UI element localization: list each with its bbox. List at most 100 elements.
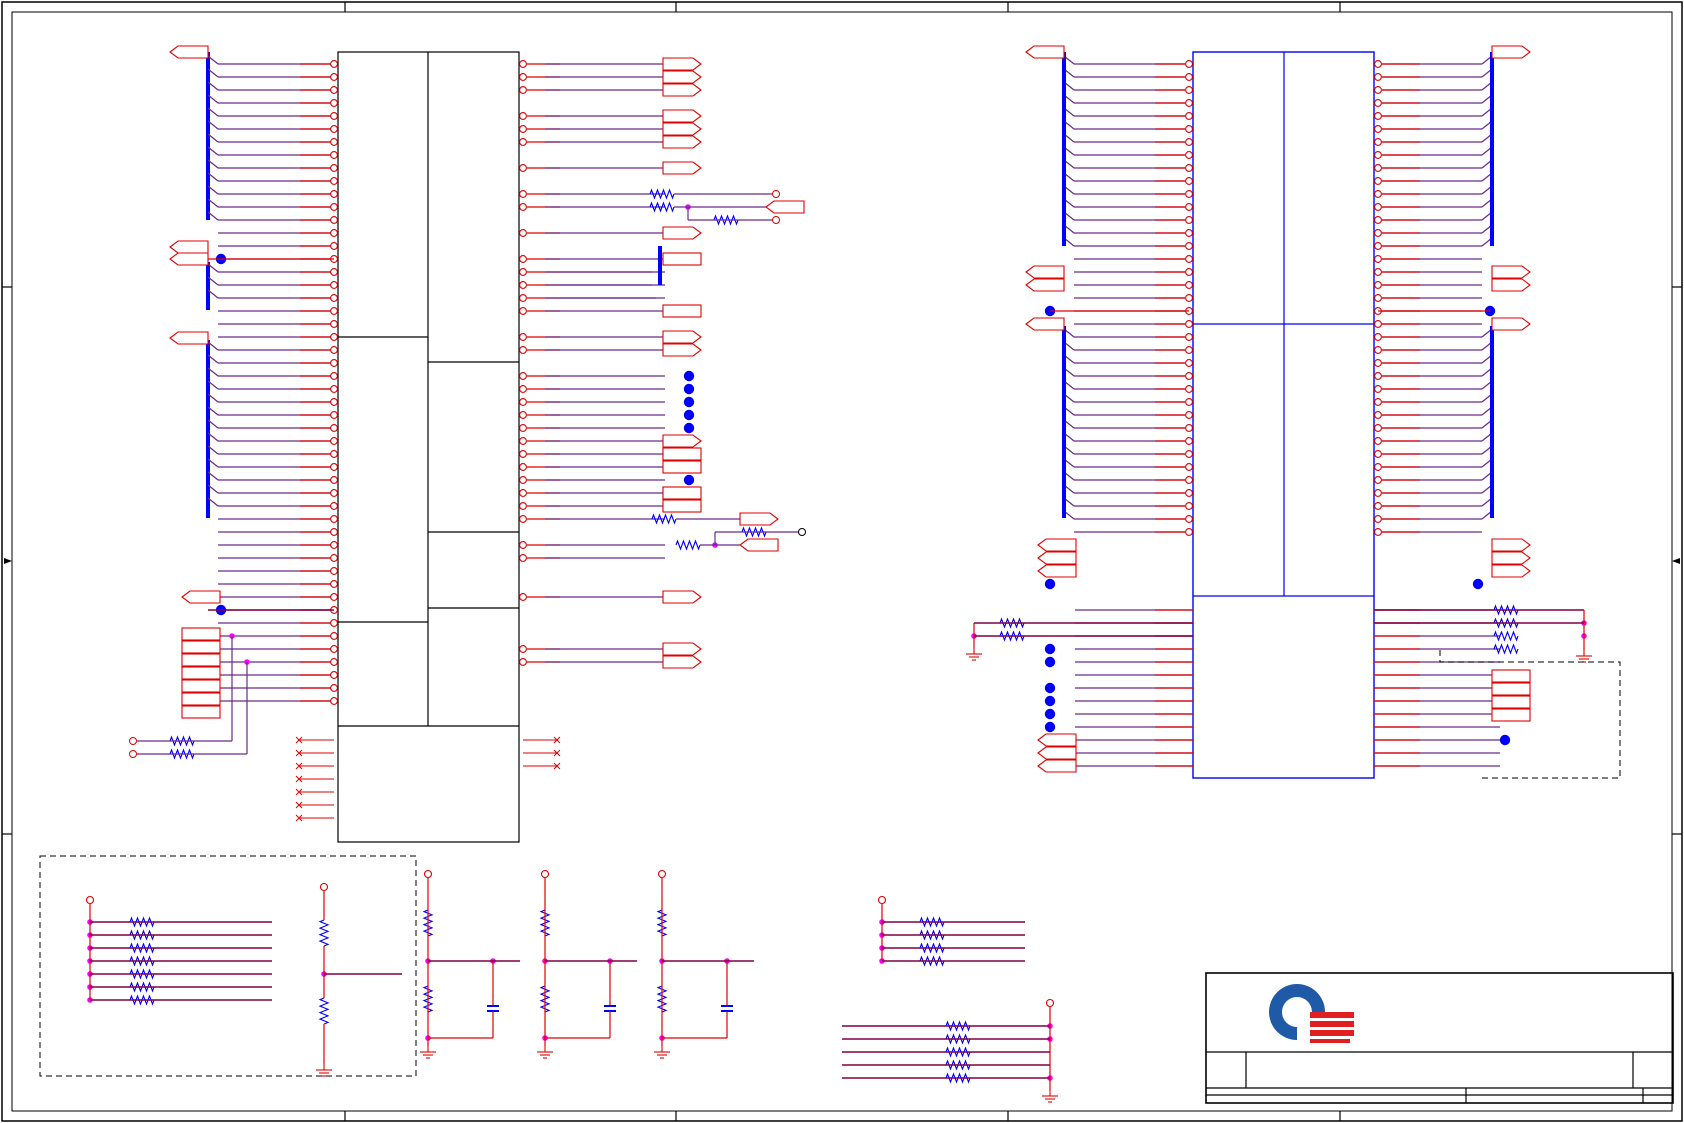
pin-circle [330,385,338,393]
pin-circle [1185,346,1193,354]
terminal [129,737,137,745]
off-page-connector [662,460,702,474]
pin-circle [519,424,527,432]
off-page-connector [662,499,702,513]
pin-circle [1185,190,1193,198]
power-symbol [877,895,887,905]
pin-circle [1185,489,1193,497]
power-symbol [423,869,433,879]
junction-dot [1044,695,1056,707]
pin-circle [1185,450,1193,458]
pin-circle [1374,489,1382,497]
pin-circle [330,398,338,406]
pin-circle [1374,528,1382,536]
off-page-connector [662,83,702,97]
left-ic-right-pins [519,60,665,666]
off-page-connector [1025,317,1065,331]
junction-dot [683,474,695,486]
dashed-box-left [39,855,417,1077]
terminal [129,750,137,758]
right-center-arrow [1672,558,1680,564]
off-page-connector [662,590,702,604]
off-page-connector [1491,682,1531,696]
off-page-connector [1025,265,1065,279]
pin-circle [1374,372,1382,380]
pin-circle [1185,463,1193,471]
pin-circle [330,216,338,224]
pin-circle [1374,333,1382,341]
pin-circle [330,60,338,68]
junction-dot [683,409,695,421]
pin-circle [519,463,527,471]
pin-circle [519,554,527,562]
off-page-connector [181,590,221,604]
pin-circle [1374,398,1382,406]
pin-circle [330,463,338,471]
pin-circle [330,372,338,380]
pin-circle [1185,398,1193,406]
terminal [772,190,780,198]
pin-circle [330,593,338,601]
resistor [318,997,330,1025]
pin-circle [330,502,338,510]
pin-circle [330,658,338,666]
off-page-connector [169,240,209,254]
pin-circle [1374,99,1382,107]
junction-dot [683,422,695,434]
junction-dot [1472,578,1484,590]
pin-circle [330,359,338,367]
off-page-connector [181,666,221,680]
pin-circle [1374,320,1382,328]
pin-circle [1185,203,1193,211]
pin-circle [1185,112,1193,120]
power-symbol [657,869,667,879]
junction-dot [1044,682,1056,694]
pin-circle [1374,424,1382,432]
right-ic-left-pins [1063,55,1193,767]
pin-circle [330,112,338,120]
pin-circle [1185,268,1193,276]
sheet-frame [1,1,1683,1122]
pin-circle [330,476,338,484]
off-page-connector [169,252,209,266]
pin-circle [1374,385,1382,393]
pin-circle [1374,190,1382,198]
pin-circle [1374,177,1382,185]
pin-circle [519,229,527,237]
left-ic-left-pins [218,60,338,705]
pin-circle [1374,60,1382,68]
pin-circle [519,411,527,419]
pin-circle [1185,411,1193,419]
misc-wires [85,190,1592,1103]
pin-circle [330,190,338,198]
off-page-connector [739,538,779,552]
power-symbol [1045,998,1055,1008]
terminal [772,216,780,224]
junction-dot [1499,734,1511,746]
pin-circle [1185,294,1193,302]
pin-circle [330,489,338,497]
pin-circle [1185,138,1193,146]
pin-circle [1374,450,1382,458]
pin-circle [1185,476,1193,484]
pin-circle [1374,216,1382,224]
pin-circle [1185,372,1193,380]
pin-circle [519,281,527,289]
power-symbol [85,895,95,905]
pin-circle [1185,528,1193,536]
pin-circle [330,346,338,354]
pin-circle [1374,294,1382,302]
pin-circle [1185,60,1193,68]
off-page-connector [181,679,221,693]
junction-dot [683,370,695,382]
pin-circle [330,203,338,211]
pin-circle [519,541,527,549]
off-page-connector [1491,708,1531,722]
pin-circle [1374,281,1382,289]
pin-circle [330,632,338,640]
pin-circle [519,476,527,484]
pin-circle [330,684,338,692]
off-page-connector [1037,538,1077,552]
off-page-connector [1491,317,1531,331]
resistor [318,919,330,947]
